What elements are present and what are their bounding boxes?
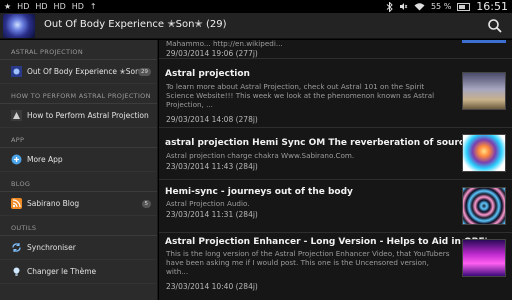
battery-icon [457, 2, 471, 11]
article-description: This is the long version of the Astral P… [166, 249, 450, 276]
action-bar: Out Of Body Experience ✭Son✭ (29) [0, 13, 512, 39]
clock: 16:51 [476, 0, 508, 13]
article-description: To learn more about Astral Projection, c… [166, 82, 435, 109]
app-logo-icon[interactable] [3, 14, 35, 38]
article-description: Mahammo... http://en.wikipedi... [166, 40, 283, 48]
mute-icon [399, 3, 408, 10]
section-header: APP [0, 128, 157, 148]
article-date: 29/03/2014 19:06 (277j) [166, 49, 258, 58]
hd-icon: HD [71, 2, 84, 11]
list-item[interactable]: Hemi-sync - journeys out of the body Ast… [159, 180, 512, 233]
article-title: Astral projection [165, 69, 250, 79]
section-header: ASTRAL PROJECTION [0, 40, 157, 60]
article-list[interactable]: Mahammo... http://en.wikipedi... 29/03/2… [159, 40, 512, 300]
bluetooth-icon [386, 1, 393, 12]
drawer-item-label: Sabirano Blog [27, 199, 80, 208]
article-thumbnail[interactable] [462, 187, 506, 225]
upload-icon: ↑ [89, 2, 97, 11]
article-date: 23/03/2014 11:31 (284j) [166, 210, 258, 219]
hd-icon: HD [35, 2, 48, 11]
page-title: Out Of Body Experience ✭Son✭ (29) [44, 19, 227, 30]
article-title: astral projection Hemi Sync OM The rever… [165, 138, 503, 148]
drawer-item-synchroniser[interactable]: Synchroniser [0, 236, 157, 260]
status-bar: ★ HD HD HD HD ↑ 55 % 16:51 [0, 0, 512, 13]
more-icon [11, 154, 22, 165]
drawer-item-label: Synchroniser [27, 243, 76, 252]
article-thumbnail[interactable] [462, 239, 506, 277]
article-date: 29/03/2014 14:08 (278j) [166, 115, 258, 124]
drawer-item-change-theme[interactable]: Changer le Thème [0, 260, 157, 284]
section-header: BLOG [0, 172, 157, 192]
list-item[interactable]: astral projection Hemi Sync OM The rever… [159, 128, 512, 180]
article-description: Astral projection charge chakra Www.Sabi… [166, 151, 355, 160]
list-item[interactable]: Astral Projection Enhancer - Long Versio… [159, 233, 512, 300]
star-icon: ★ [4, 2, 12, 11]
article-date: 23/03/2014 10:40 (284j) [166, 282, 258, 291]
article-title: Astral Projection Enhancer - Long Versio… [165, 237, 493, 247]
article-thumbnail[interactable] [462, 72, 506, 110]
battery-percent: 55 % [430, 2, 452, 11]
drawer-item-more-app[interactable]: More App [0, 148, 157, 172]
drawer-item-how-to-perform[interactable]: How to Perform Astral Projection [0, 104, 157, 128]
section-header: HOW TO PERFORM ASTRAL PROJECTION [0, 84, 157, 104]
notification-icons: ★ HD HD HD HD ↑ [4, 1, 97, 12]
article-title: Hemi-sync - journeys out of the body [165, 187, 353, 197]
hd-icon: HD [17, 2, 30, 11]
app-icon [11, 66, 22, 77]
drawer-item-label: Out Of Body Experience ✭Son✭ [27, 67, 147, 76]
article-description: Astral Projection Audio. [166, 199, 250, 208]
drawer-item-label: Changer le Thème [27, 267, 97, 276]
drawer-item-sabirano-blog[interactable]: Sabirano Blog 5 [0, 192, 157, 216]
wifi-icon [414, 3, 425, 11]
thumbnail-edge [462, 40, 506, 43]
navigation-drawer: ASTRAL PROJECTION Out Of Body Experience… [0, 40, 158, 300]
article-date: 23/03/2014 11:43 (284j) [166, 162, 258, 171]
search-icon[interactable] [486, 17, 504, 35]
count-badge: 29 [138, 68, 151, 76]
hd-icon: HD [53, 2, 66, 11]
bulb-icon [11, 266, 22, 277]
list-item[interactable]: Mahammo... http://en.wikipedi... 29/03/2… [159, 40, 512, 59]
count-badge: 5 [141, 200, 151, 208]
system-icons: 55 % 16:51 [386, 0, 508, 13]
article-thumbnail[interactable] [462, 134, 506, 172]
rss-icon [11, 198, 22, 209]
sync-icon [11, 242, 22, 253]
section-header: OUTILS [0, 216, 157, 236]
drawer-item-out-of-body[interactable]: Out Of Body Experience ✭Son✭ 29 [0, 60, 157, 84]
drawer-item-label: More App [27, 155, 63, 164]
list-item[interactable]: Astral projection To learn more about As… [159, 59, 512, 128]
app-icon [11, 110, 22, 121]
drawer-item-label: How to Perform Astral Projection [27, 111, 149, 120]
